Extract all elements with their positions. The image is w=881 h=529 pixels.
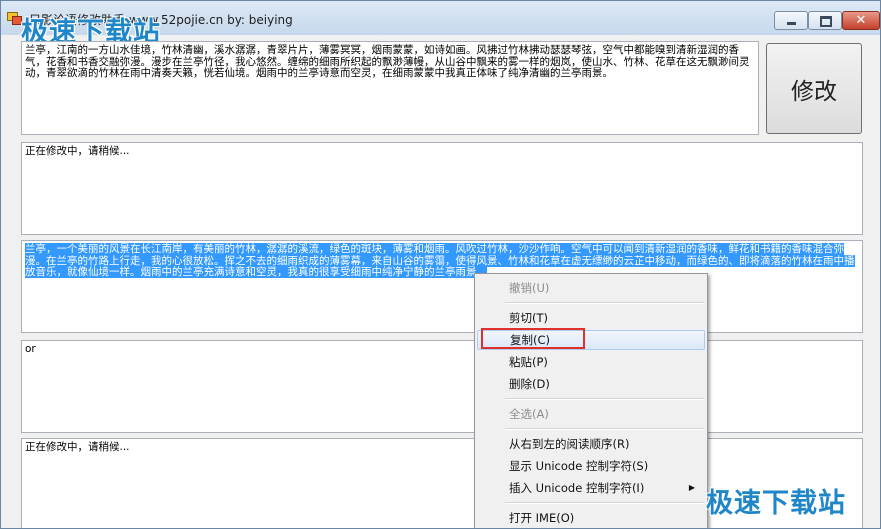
menu-separator: [505, 398, 704, 400]
maximize-button[interactable]: [808, 11, 842, 30]
menu-item-paste[interactable]: 粘贴(P): [477, 352, 705, 372]
menu-item-undo[interactable]: 撤销(U): [477, 278, 705, 298]
result-text-box[interactable]: 兰亭，一个美丽的风景在长江南岸，有美丽的竹林，潺潺的溪流，绿色的斑块，薄雾和烟雨…: [21, 240, 863, 333]
menu-separator: [505, 502, 704, 504]
menu-separator: [505, 428, 704, 430]
context-menu: 撤销(U) 剪切(T) 复制(C) 粘贴(P) 删除(D) 全选(A) 从右到左…: [474, 273, 708, 528]
minimize-icon: [787, 22, 796, 25]
title-bar[interactable]: 只影论语修改助手 www.52pojie.cn by: beiying 极速下载…: [1, 1, 880, 48]
source-text-box[interactable]: 兰亭，江南的一方山水佳境，竹林清幽，溪水潺潺，青翠片片，薄雾冥冥，烟雨蒙蒙，如诗…: [21, 41, 759, 135]
close-icon: ✕: [855, 13, 867, 28]
app-window: 只影论语修改助手 www.52pojie.cn by: beiying 极速下载…: [0, 0, 881, 529]
maximize-icon: [820, 16, 832, 27]
modify-button[interactable]: 修改: [766, 43, 862, 134]
menu-item-insert-unicode-label: 插入 Unicode 控制字符(I): [509, 481, 645, 495]
menu-item-rtl[interactable]: 从右到左的阅读顺序(R): [477, 434, 705, 454]
menu-item-delete[interactable]: 删除(D): [477, 374, 705, 394]
menu-item-open-ime[interactable]: 打开 IME(O): [477, 508, 705, 528]
menu-item-insert-unicode[interactable]: 插入 Unicode 控制字符(I) ▶: [477, 478, 705, 498]
submenu-arrow-icon: ▶: [688, 483, 695, 492]
close-button[interactable]: ✕: [842, 11, 880, 30]
menu-item-cut[interactable]: 剪切(T): [477, 308, 705, 328]
status-text-box-1[interactable]: 正在修改中，请稍候...: [21, 142, 863, 235]
minimize-button[interactable]: [774, 11, 808, 30]
output-text-box[interactable]: or: [21, 340, 863, 433]
menu-separator: [505, 302, 704, 304]
highlight-annotation: [481, 328, 585, 349]
watermark-bottom: 极速下载站: [706, 488, 846, 519]
menu-item-show-unicode[interactable]: 显示 Unicode 控制字符(S): [477, 456, 705, 476]
selected-text: 兰亭，一个美丽的风景在长江南岸，有美丽的竹林，潺潺的溪流，绿色的斑块，薄雾和烟雨…: [25, 243, 855, 278]
app-icon[interactable]: [7, 12, 22, 25]
menu-item-select-all[interactable]: 全选(A): [477, 404, 705, 424]
